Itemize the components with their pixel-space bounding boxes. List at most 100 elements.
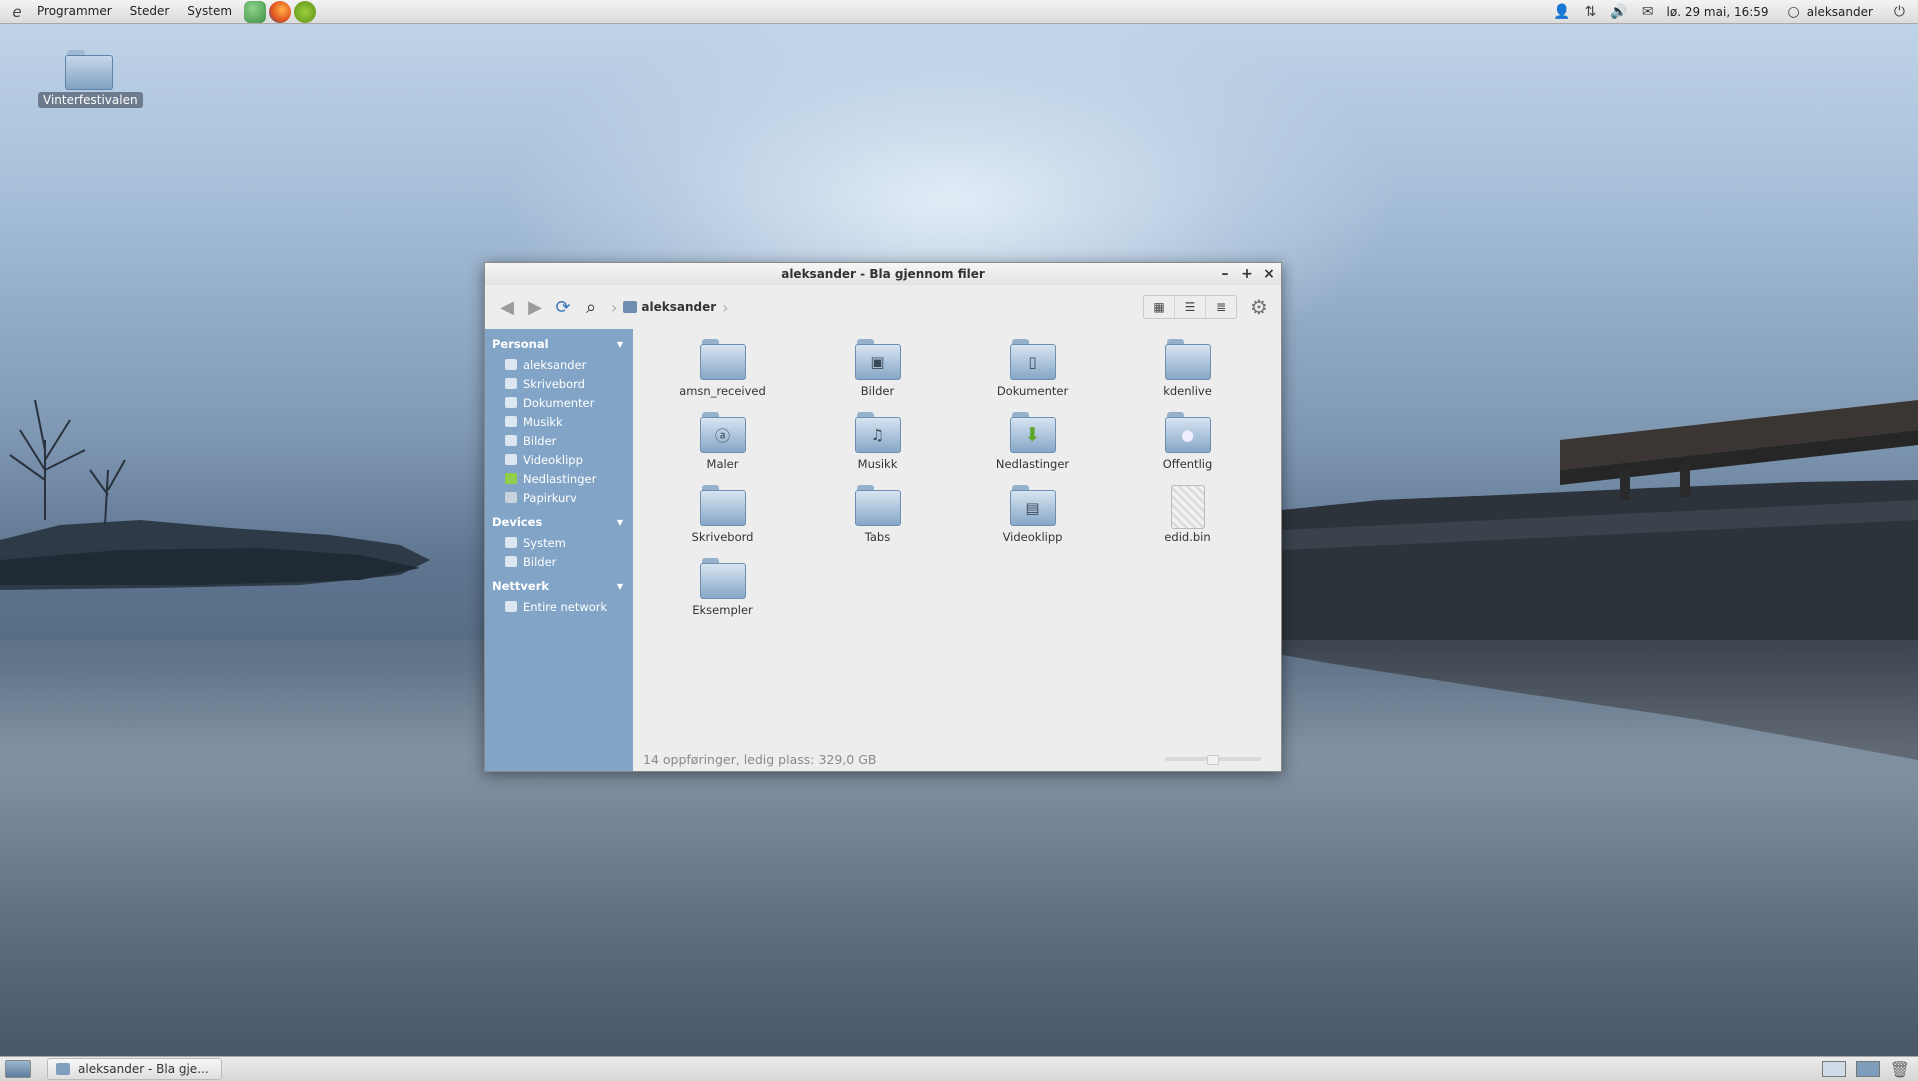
folder-templates-icon: ⓐ: [699, 412, 746, 454]
sidebar-item-system[interactable]: System: [485, 533, 633, 552]
collapse-arrow-icon[interactable]: ▼: [617, 582, 623, 591]
volume-icon[interactable]: 🔊: [1610, 4, 1627, 20]
close-icon[interactable]: ×: [1263, 263, 1275, 285]
section-title: Personal: [492, 337, 549, 351]
file-item-amsn-received[interactable]: amsn_received: [645, 335, 800, 408]
sidebar-item-videoklipp[interactable]: Videoklipp: [485, 450, 633, 469]
zoom-slider[interactable]: [1165, 755, 1261, 765]
maximize-icon[interactable]: +: [1241, 263, 1253, 285]
breadcrumb-right-arrow-icon[interactable]: ›: [722, 298, 728, 317]
home-icon: [505, 359, 517, 370]
file-label: Maler: [706, 457, 739, 471]
icon-view-icon[interactable]: ▦: [1144, 296, 1175, 318]
folder-videos-icon: ▤: [1009, 485, 1056, 527]
breadcrumb[interactable]: aleksander: [623, 300, 716, 314]
sidebar-item-bilder-device[interactable]: Bilder: [485, 552, 633, 571]
file-item-skrivebord[interactable]: Skrivebord: [645, 481, 800, 554]
sidebar-item-label: Musikk: [523, 414, 563, 429]
mail-icon[interactable]: ✉: [1642, 4, 1654, 20]
file-item-edid-bin[interactable]: edid.bin: [1110, 481, 1265, 554]
minimize-icon[interactable]: –: [1219, 263, 1231, 285]
clock[interactable]: lø. 29 mai, 16:59: [1667, 5, 1769, 19]
collapse-arrow-icon[interactable]: ▼: [617, 518, 623, 527]
show-desktop-icon[interactable]: [5, 1060, 31, 1078]
spotify-icon[interactable]: [294, 0, 317, 23]
window-titlebar[interactable]: aleksander - Bla gjennom filer – + ×: [485, 263, 1281, 285]
zoom-slider-handle[interactable]: [1207, 755, 1219, 765]
folder-icon: [854, 485, 901, 527]
top-panel-tray: 👤 ⇅ 🔊 ✉ lø. 29 mai, 16:59 ○ aleksander ⏻: [1546, 0, 1918, 23]
file-item-musikk[interactable]: ♫ Musikk: [800, 408, 955, 481]
drive-icon: [505, 537, 517, 548]
sidebar-item-label: Dokumenter: [523, 395, 595, 410]
file-item-tabs[interactable]: Tabs: [800, 481, 955, 554]
compact-view-icon[interactable]: ≣: [1206, 296, 1236, 318]
forward-arrow-icon[interactable]: ▶: [521, 293, 549, 321]
file-browser-window: aleksander - Bla gjennom filer – + × ◀ ▶…: [484, 262, 1282, 772]
section-title: Devices: [492, 515, 543, 529]
distro-logo-icon[interactable]: e: [6, 3, 28, 21]
user-status-icon[interactable]: 👤: [1553, 4, 1570, 20]
back-arrow-icon[interactable]: ◀: [493, 293, 521, 321]
file-item-maler[interactable]: ⓐ Maler: [645, 408, 800, 481]
sidebar-section-personal[interactable]: Personal ▼: [485, 333, 633, 355]
sidebar-item-dokumenter[interactable]: Dokumenter: [485, 393, 633, 412]
file-item-eksempler[interactable]: Eksempler: [645, 554, 800, 627]
folder-icon: [699, 339, 746, 381]
file-item-kdenlive[interactable]: kdenlive: [1110, 335, 1265, 408]
view-switcher: ▦ ☰ ≣: [1143, 295, 1237, 319]
breadcrumb-home: aleksander: [641, 300, 717, 314]
sidebar-section-devices[interactable]: Devices ▼: [485, 511, 633, 533]
file-item-videoklipp[interactable]: ▤ Videoklipp: [955, 481, 1110, 554]
file-view: amsn_received ▣ Bilder ▯ Dokumenter kdenli…: [633, 329, 1281, 771]
sidebar-item-papirkurv[interactable]: Papirkurv: [485, 488, 633, 507]
sidebar: Personal ▼ aleksander Skrivebord Dokumen…: [485, 329, 633, 771]
trash-icon[interactable]: 🗑: [1890, 1060, 1910, 1079]
file-item-nedlastinger[interactable]: ⬇ Nedlastinger: [955, 408, 1110, 481]
reload-icon[interactable]: ⟳: [549, 293, 577, 321]
file-label: Tabs: [864, 530, 891, 544]
network-icon[interactable]: ⇅: [1585, 4, 1597, 20]
sidebar-item-bilder[interactable]: Bilder: [485, 431, 633, 450]
collapse-arrow-icon[interactable]: ▼: [617, 340, 623, 349]
workspace-2[interactable]: [1855, 1061, 1880, 1077]
folder-icon: [1164, 339, 1211, 381]
document-icon: [505, 397, 517, 408]
binary-file-icon: [1165, 485, 1211, 529]
sidebar-item-entire-network[interactable]: Entire network: [485, 597, 633, 616]
people-icon[interactable]: [244, 0, 267, 23]
desktop-folder[interactable]: Vinterfestivalen: [38, 50, 143, 108]
video-icon: [505, 454, 517, 465]
file-item-dokumenter[interactable]: ▯ Dokumenter: [955, 335, 1110, 408]
file-label: amsn_received: [679, 384, 766, 398]
gear-icon[interactable]: ⚙: [1245, 295, 1273, 319]
file-label: kdenlive: [1163, 384, 1212, 398]
taskbar-window-button[interactable]: aleksander - Bla gje...: [47, 1058, 222, 1080]
user-menu[interactable]: aleksander: [1807, 5, 1873, 19]
file-label: Musikk: [857, 457, 898, 471]
sidebar-section-nettverk[interactable]: Nettverk ▼: [485, 575, 633, 597]
sidebar-item-aleksander[interactable]: aleksander: [485, 355, 633, 374]
chat-icon[interactable]: ○: [1788, 4, 1800, 20]
file-item-bilder[interactable]: ▣ Bilder: [800, 335, 955, 408]
file-item-offentlig[interactable]: ● Offentlig: [1110, 408, 1265, 481]
sidebar-item-label: Skrivebord: [523, 376, 585, 391]
menu-programmer[interactable]: Programmer: [28, 0, 121, 23]
breadcrumb-left-arrow-icon[interactable]: ›: [611, 298, 617, 317]
sidebar-item-skrivebord[interactable]: Skrivebord: [485, 374, 633, 393]
folder-music-icon: ♫: [854, 412, 901, 454]
menu-system[interactable]: System: [178, 0, 241, 23]
file-label: Dokumenter: [996, 384, 1069, 398]
workspace-1[interactable]: [1821, 1061, 1846, 1077]
menu-steder[interactable]: Steder: [121, 0, 179, 23]
list-view-icon[interactable]: ☰: [1175, 296, 1206, 318]
search-icon[interactable]: ⌕: [577, 293, 605, 321]
power-icon[interactable]: ⏻: [1894, 4, 1905, 20]
file-grid: amsn_received ▣ Bilder ▯ Dokumenter kdenli…: [645, 335, 1265, 627]
window-controls: – + ×: [1219, 263, 1275, 285]
content-area: Personal ▼ aleksander Skrivebord Dokumen…: [485, 329, 1281, 771]
sidebar-item-nedlastinger[interactable]: Nedlastinger: [485, 469, 633, 488]
sidebar-item-musikk[interactable]: Musikk: [485, 412, 633, 431]
firefox-icon[interactable]: [269, 0, 292, 23]
desktop-folder-label: Vinterfestivalen: [38, 92, 143, 108]
